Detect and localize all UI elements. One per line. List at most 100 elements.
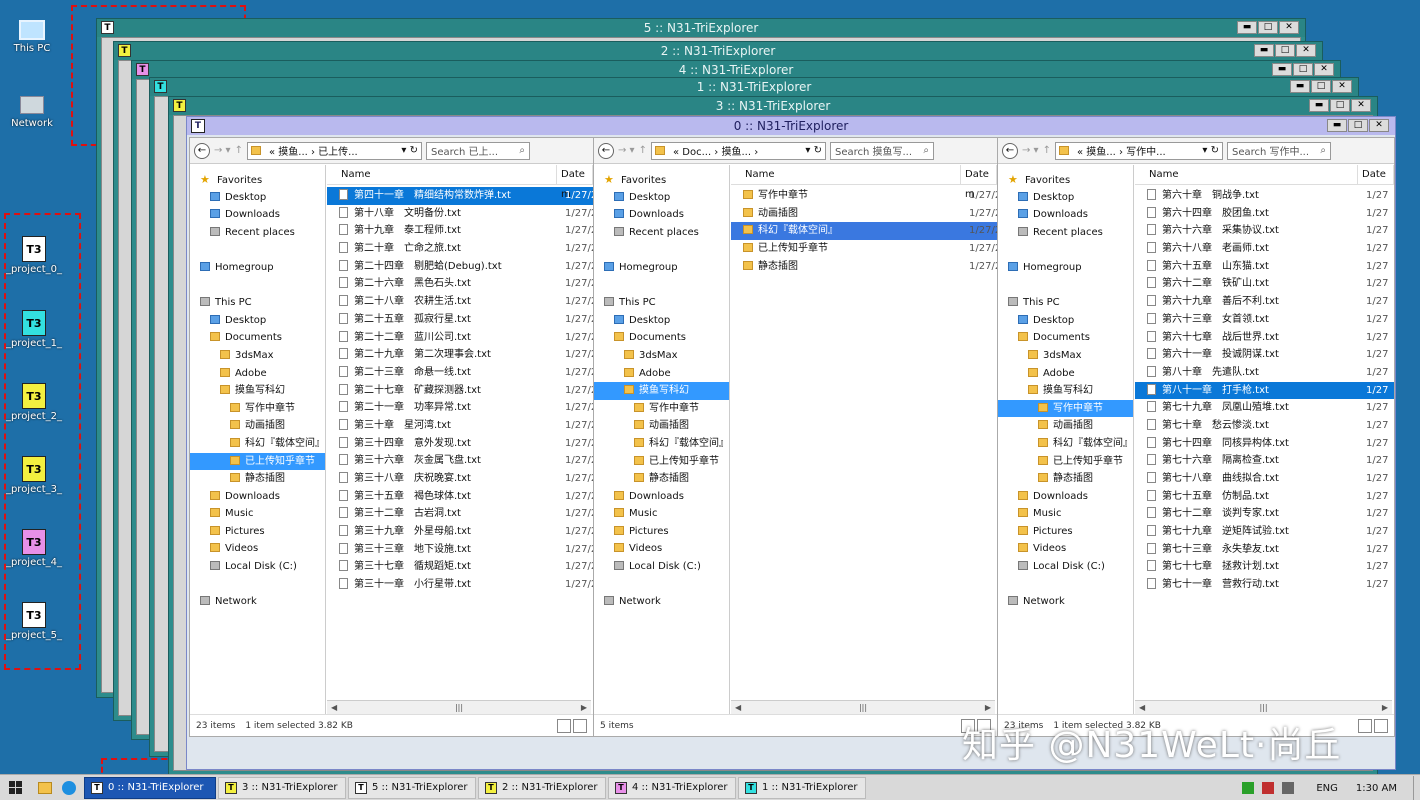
nav-item[interactable]: 写作中章节: [190, 400, 325, 418]
nav-item[interactable]: ★ Favorites: [594, 171, 729, 189]
file-row[interactable]: 第六十二章 铁矿山.txt 1/27: [1135, 275, 1394, 293]
nav-item[interactable]: Recent places: [998, 224, 1133, 242]
nav-item[interactable]: Adobe: [594, 365, 729, 383]
file-row[interactable]: 第六十七章 战后世界.txt 1/27: [1135, 329, 1394, 347]
file-row[interactable]: 第七十五章 仿制品.txt 1/27: [1135, 488, 1394, 506]
file-row[interactable]: 第六十一章 投诚阴谋.txt 1/27: [1135, 346, 1394, 364]
details-view-icon[interactable]: [557, 719, 571, 733]
nav-item[interactable]: Network: [998, 593, 1133, 611]
thumbnail-view-icon[interactable]: [1374, 719, 1388, 733]
minimize-button[interactable]: ▬: [1254, 44, 1274, 57]
file-row[interactable]: 第三十五章 褐色球体.txt 1/27/2: [327, 488, 593, 506]
scroll-thumb[interactable]: |||: [455, 703, 463, 712]
file-row[interactable]: 第二十五章 孤寂行星.txt 1/27/2: [327, 311, 593, 329]
back-button[interactable]: ←: [598, 142, 614, 159]
nav-item[interactable]: Downloads: [190, 488, 325, 506]
nav-item[interactable]: 写作中章节: [594, 400, 729, 418]
search-input[interactable]: Search 写作中... ⌕: [1226, 141, 1331, 160]
back-button[interactable]: ←: [1002, 142, 1018, 159]
file-row[interactable]: 第七十七章 拯救计划.txt 1/27: [1135, 558, 1394, 576]
taskbar-button[interactable]: T 4 :: N31-TriExplorer: [608, 776, 736, 799]
maximize-button[interactable]: □: [1258, 21, 1278, 34]
file-row[interactable]: 第二十九章 第二次理事会.txt 1/27/2: [327, 346, 593, 364]
scroll-right-icon[interactable]: ▶: [1382, 703, 1388, 712]
nav-item[interactable]: Videos: [594, 540, 729, 558]
address-field[interactable]: « Doc... › 摸鱼... › ▾ ↻: [650, 141, 826, 160]
language-indicator[interactable]: ENG: [1316, 783, 1338, 794]
nav-item[interactable]: Recent places: [594, 224, 729, 242]
nav-item[interactable]: 已上传知乎章节: [190, 452, 325, 471]
nav-item[interactable]: Adobe: [998, 365, 1133, 383]
clock[interactable]: 1:30 AM: [1356, 783, 1397, 794]
search-input[interactable]: Search 摸鱼写... ⌕: [829, 141, 934, 160]
nav-item[interactable]: Network: [190, 593, 325, 611]
nav-item[interactable]: Downloads: [594, 488, 729, 506]
file-row[interactable]: 科幻『载体空间』 1/27/2: [731, 222, 997, 241]
minimize-button[interactable]: ▬: [1290, 80, 1310, 93]
file-row[interactable]: 第二十八章 农耕生活.txt 1/27/2: [327, 293, 593, 311]
up-button[interactable]: ↑: [235, 145, 243, 156]
file-row[interactable]: 第三十七章 循规蹈矩.txt 1/27/2: [327, 558, 593, 576]
window-titlebar[interactable]: T 5 :: N31-TriExplorer ▬ □ ✕: [97, 19, 1305, 37]
nav-item[interactable]: Adobe: [190, 365, 325, 383]
file-row[interactable]: 第八十一章 打手枪.txt 1/27: [1135, 381, 1394, 400]
window-titlebar[interactable]: T 2 :: N31-TriExplorer ▬ □ ✕: [114, 42, 1322, 60]
close-button[interactable]: ✕: [1296, 44, 1316, 57]
address-field[interactable]: « 摸鱼... › 已上传... ▾ ↻: [246, 141, 422, 160]
nav-item[interactable]: 摸鱼写科幻: [190, 382, 325, 400]
close-button[interactable]: ✕: [1314, 63, 1334, 76]
scroll-right-icon[interactable]: ▶: [581, 703, 587, 712]
file-row[interactable]: 第二十二章 蓝川公司.txt 1/27/2: [327, 329, 593, 347]
column-date[interactable]: Date m: [557, 165, 593, 200]
maximize-button[interactable]: □: [1348, 119, 1368, 132]
nav-item[interactable]: Homegroup: [998, 259, 1133, 277]
file-row[interactable]: 第六十四章 胶团鱼.txt 1/27: [1135, 205, 1394, 223]
nav-item[interactable]: Music: [998, 505, 1133, 523]
maximize-button[interactable]: □: [1330, 99, 1350, 112]
start-button[interactable]: [0, 775, 30, 800]
file-row[interactable]: 第六十八章 老画师.txt 1/27: [1135, 240, 1394, 258]
file-row[interactable]: 第七十章 愁云惨淡.txt 1/27: [1135, 417, 1394, 435]
file-row[interactable]: 第七十六章 隔离检查.txt 1/27: [1135, 452, 1394, 470]
nav-item[interactable]: 静态插图: [190, 470, 325, 488]
nav-item[interactable]: Recent places: [190, 224, 325, 242]
refresh-icon[interactable]: ▾ ↻: [401, 145, 418, 156]
minimize-button[interactable]: ▬: [1309, 99, 1329, 112]
nav-item[interactable]: Homegroup: [190, 259, 325, 277]
desktop-icon-project[interactable]: T3 _project_4_: [4, 529, 64, 568]
file-row[interactable]: 第三十一章 小行星带.txt 1/27/2: [327, 576, 593, 594]
file-row[interactable]: 第二十一章 功率异常.txt 1/27/2: [327, 399, 593, 417]
file-row[interactable]: 静态插图 1/27/2: [731, 258, 997, 276]
file-row[interactable]: 第七十三章 永失挚友.txt 1/27: [1135, 541, 1394, 559]
nav-item[interactable]: 3dsMax: [998, 347, 1133, 365]
nav-item[interactable]: Pictures: [190, 523, 325, 541]
close-button[interactable]: ✕: [1369, 119, 1389, 132]
nav-item[interactable]: Downloads: [998, 206, 1133, 224]
scroll-right-icon[interactable]: ▶: [985, 703, 991, 712]
nav-item[interactable]: 摸鱼写科幻: [998, 382, 1133, 400]
nav-item[interactable]: Videos: [190, 540, 325, 558]
nav-item[interactable]: Documents: [190, 329, 325, 347]
nav-item[interactable]: Desktop: [998, 189, 1133, 207]
scroll-left-icon[interactable]: ◀: [331, 703, 337, 712]
nav-item[interactable]: 已上传知乎章节: [998, 453, 1133, 471]
close-button[interactable]: ✕: [1351, 99, 1371, 112]
scroll-thumb[interactable]: |||: [1259, 703, 1267, 712]
file-row[interactable]: 第二十七章 矿藏探测器.txt 1/27/2: [327, 382, 593, 400]
close-button[interactable]: ✕: [1332, 80, 1352, 93]
tray-security-icon[interactable]: [1262, 782, 1275, 794]
maximize-button[interactable]: □: [1311, 80, 1331, 93]
nav-item[interactable]: Desktop: [594, 189, 729, 207]
close-button[interactable]: ✕: [1279, 21, 1299, 34]
window-titlebar[interactable]: T 3 :: N31-TriExplorer ▬ □ ✕: [169, 97, 1377, 115]
file-row[interactable]: 第二十三章 命悬一线.txt 1/27/2: [327, 364, 593, 382]
maximize-button[interactable]: □: [1275, 44, 1295, 57]
maximize-button[interactable]: □: [1293, 63, 1313, 76]
file-row[interactable]: 第四十一章 精细结构常数炸弹.txt 1/27/2: [327, 187, 593, 205]
nav-item[interactable]: Music: [190, 505, 325, 523]
nav-item[interactable]: Pictures: [998, 523, 1133, 541]
show-desktop-button[interactable]: [1413, 776, 1416, 800]
refresh-icon[interactable]: ▾ ↻: [805, 145, 822, 156]
nav-item[interactable]: Pictures: [594, 523, 729, 541]
nav-item[interactable]: 静态插图: [594, 470, 729, 488]
